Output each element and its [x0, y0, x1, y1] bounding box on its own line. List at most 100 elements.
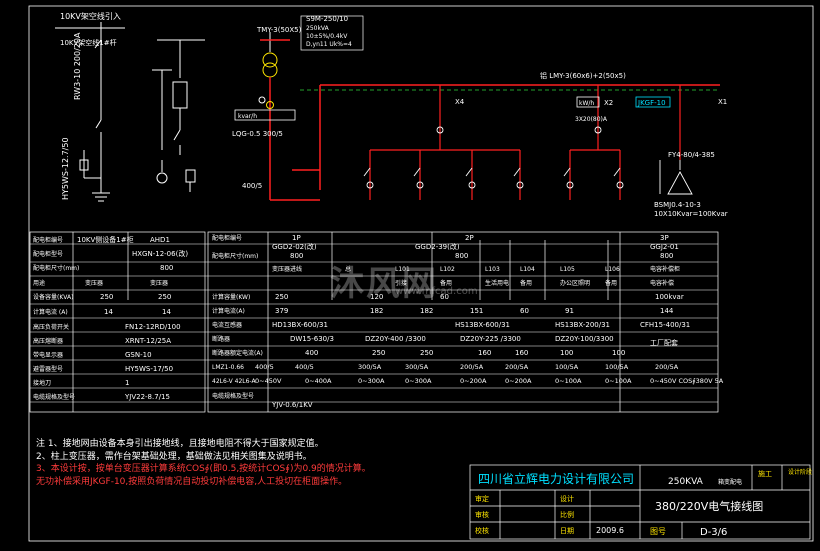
- role2-2: 比例: [560, 510, 574, 519]
- hv-cap-v2: 250: [158, 293, 171, 301]
- hv-item-label: 高压熔断器: [33, 337, 63, 345]
- hv-header: 10KV侧设备1#柜: [77, 235, 134, 244]
- hv-cabinet-branch: [152, 39, 205, 192]
- lv-row-value: 250: [420, 349, 433, 357]
- lv-row-value: 400/5: [295, 363, 314, 371]
- lv-panel-no-v1: GGD2-02(改): [272, 242, 317, 251]
- role-2: 审核: [475, 510, 489, 519]
- hv-item-value: 1: [125, 379, 129, 387]
- lv-row-value: 100/5A: [605, 363, 629, 371]
- lv-cable-value: YJV-0.6/1KV: [271, 401, 313, 409]
- lv-row-value: 151: [470, 307, 483, 315]
- lv-row-value: 100kvar: [655, 293, 684, 301]
- hv-row-2-value: HXGN-12-06(改): [132, 249, 188, 258]
- hv-item-label: 接地刀: [33, 379, 51, 387]
- lv-row-label: 计算电流(A): [212, 307, 245, 315]
- lv-row-value: HS13BX-600/31: [455, 321, 510, 329]
- notes-block: 注 1、接地网由设备本身引出接地线，且接地电阻不得大于国家规定值。 2、柱上变压…: [36, 438, 456, 488]
- lv-section-1: 1P: [292, 234, 301, 242]
- fuse-label: RW3-10 200/20A: [73, 32, 82, 100]
- busbar-lv-label: 铝 LMY-3(60x6)+2(50x5): [540, 71, 626, 80]
- lv-row-value: 100/5A: [555, 363, 579, 371]
- hv-item-label: 带电显示器: [33, 351, 63, 359]
- lv-row-value: 100: [612, 349, 625, 357]
- note-3: 3、本设计按，按单台变压器计算系统COS∮(即0.5,按统计COS∮)为0.9的…: [36, 464, 371, 474]
- lv-use: 办公区照明: [560, 279, 590, 287]
- hv-item-value: HY5WS-17/50: [125, 365, 173, 373]
- project-sub: 箱变配电: [718, 478, 742, 486]
- lv-row-label: LMZ1-0.66: [212, 364, 244, 371]
- hv-cap-label: 设备容量(KVA): [33, 293, 73, 301]
- lv-row-label: 42L6-V 42L6-A: [212, 378, 256, 385]
- ct-main-label: LQG-0.5 300/5: [232, 130, 283, 138]
- lv-row-value: HS13BX-200/31: [555, 321, 610, 329]
- lv-row-value: 0~400A: [305, 377, 332, 385]
- stage-label: 施工: [758, 469, 772, 478]
- factory-label: 工厂配套: [650, 338, 678, 347]
- incoming-label: 10KV架空线引入: [60, 11, 121, 21]
- lv-row-value: 0~450V COS∮380V 5A: [650, 377, 724, 385]
- company-name: 四川省立辉电力设计有限公司: [478, 471, 634, 486]
- lv-panel-no-v3: GGJ2-01: [650, 243, 679, 251]
- lv-row-value: HD13BX-600/31: [272, 321, 328, 329]
- busbar-main-label: TMY-3(50X5): [256, 26, 302, 34]
- stage-label-2: 设计阶段: [788, 468, 812, 476]
- lv-row-value: 182: [420, 307, 433, 315]
- project-name: 250KVA: [668, 477, 704, 487]
- lv-row-label: 电流互感器: [212, 321, 242, 329]
- hv-row-3-value: 800: [160, 264, 173, 272]
- lv-row-value: 0~200A: [505, 377, 532, 385]
- capacitor-label-2: 10X10Kvar=100Kvar: [654, 210, 728, 218]
- lv-row-value: DZ20Y-400 /3300: [365, 335, 426, 343]
- hv-item-value: YJV22-8.7/15: [124, 393, 170, 401]
- note-1: 注 1、接地网由设备本身引出接地线，且接地电阻不得大于国家规定值。: [36, 439, 324, 449]
- capacitor-label-1: BSMJ0.4-10-3: [654, 201, 701, 209]
- hv-item-label: 避雷器型号: [33, 365, 63, 373]
- sheet-label: 图号: [650, 527, 666, 536]
- lv-row-value: 100: [560, 349, 573, 357]
- lv-row-value: 400: [305, 349, 318, 357]
- lv-use: 生活用电: [485, 279, 509, 287]
- phase-x4-label: X4: [455, 98, 465, 106]
- hv-item-label: 电缆规格及型号: [33, 393, 75, 401]
- lv-circuit: 电容补偿柜: [650, 265, 680, 273]
- lv-row-value: 0~200A: [460, 377, 487, 385]
- feeder-branches: [369, 85, 681, 200]
- lv-row-value: 300/5A: [358, 363, 382, 371]
- role-3: 校核: [475, 526, 489, 535]
- lv-panel-size-v1: 800: [290, 252, 303, 260]
- lv-row-value: DW15-630/3: [290, 335, 334, 343]
- lv-panel-no-label: 配电柜编号: [212, 234, 242, 242]
- lv-panel-size-label: 配电柜尺寸(mm): [212, 252, 258, 260]
- lv-cable-label: 电缆规格及型号: [212, 392, 254, 400]
- note-2: 2、柱上变压器，需作台架基础处理，基础做法见相关图集及说明书。: [36, 451, 312, 462]
- hv-row-1-label: 配电柜编号: [33, 236, 63, 244]
- lv-row-value: 160: [515, 349, 528, 357]
- hv-item-value: GSN-10: [125, 351, 152, 359]
- lv-row-value: 300/5A: [405, 363, 429, 371]
- lv-row-value: 0~300A: [358, 377, 385, 385]
- hv-row-2-label: 配电柜型号: [33, 250, 63, 258]
- transformer-line-2: 250kVA: [306, 25, 330, 32]
- hv-items: 高压负荷开关 FN12-12RD/100 高压熔断器 XRNT-12/25A 带电显示器…: [33, 323, 181, 401]
- lv-row-value: 379: [275, 307, 288, 315]
- phase-x1-label: X1: [718, 98, 727, 106]
- lv-row-value: 160: [478, 349, 491, 357]
- lv-panel-size-v2: 800: [455, 252, 468, 260]
- lv-section-3: 3P: [660, 234, 669, 242]
- hv-cap-v1: 250: [100, 293, 113, 301]
- phase-x2-label: X2: [604, 99, 613, 107]
- lv-row-value: 182: [370, 307, 383, 315]
- lv-row-value: DZ20Y-225 /3300: [460, 335, 521, 343]
- lv-row-value: CFH15-400/31: [640, 321, 690, 329]
- hv-current-v2: 14: [162, 308, 171, 316]
- lv-row-value: 0~100A: [555, 377, 582, 385]
- hv-item-value: FN12-12RD/100: [125, 323, 181, 331]
- capacitor-bank: [659, 160, 693, 195]
- lv-row-value: 0~300A: [405, 377, 432, 385]
- lv-use: 备用: [605, 279, 617, 287]
- incoming-disconnect-label: 10KV架空线1#杆: [60, 38, 117, 47]
- lv-use: 电容补偿: [650, 279, 674, 287]
- kwh-meter-label: kW/h: [579, 100, 594, 107]
- hv-current-v1: 14: [104, 308, 113, 316]
